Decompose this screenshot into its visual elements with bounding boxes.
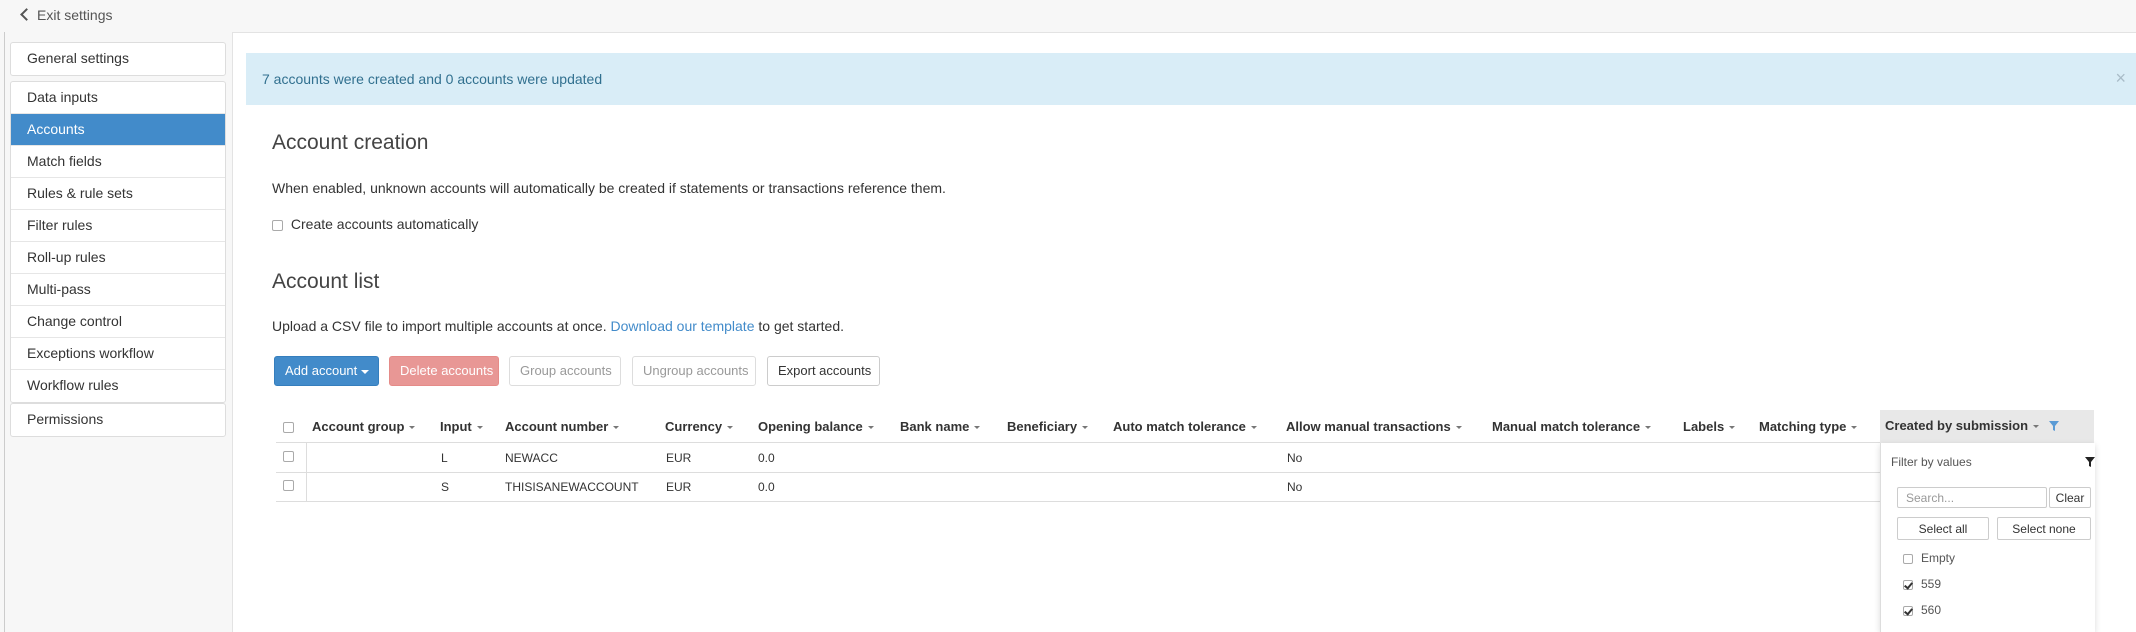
sidebar-item-exceptions-workflow[interactable]: Exceptions workflow [11, 338, 225, 370]
download-template-link[interactable]: Download our template [611, 318, 755, 334]
filter-option-checkbox[interactable] [1903, 553, 1913, 564]
sidebar-item-workflow-rules[interactable]: Workflow rules [11, 370, 225, 402]
add-account-button[interactable]: Add account [274, 356, 379, 386]
filter-option-560[interactable]: 560 [1903, 603, 1941, 617]
select-all-rows-checkbox[interactable] [283, 422, 294, 433]
column-header-auto-match-tolerance[interactable]: Auto match tolerance [1113, 419, 1257, 434]
sidebar-item-permissions[interactable]: Permissions [11, 404, 225, 436]
table-header-divider [276, 442, 1880, 443]
sidebar-group-main: Data inputs Accounts Match fields Rules … [10, 81, 226, 403]
create-accounts-label: Create accounts automatically [290, 216, 479, 232]
create-accounts-checkbox[interactable] [272, 219, 283, 231]
account-list-intro: Upload a CSV file to import multiple acc… [272, 318, 844, 334]
filter-search-input[interactable]: Search... [1897, 487, 2047, 508]
sidebar-group-general: General settings [10, 42, 226, 76]
sidebar-group-permissions: Permissions [10, 403, 226, 437]
table-column-divider [306, 442, 307, 501]
sidebar-item-multi-pass[interactable]: Multi-pass [11, 274, 225, 306]
select-all-button[interactable]: Select all [1897, 517, 1989, 540]
sidebar-item-change-control[interactable]: Change control [11, 306, 225, 338]
alert-message: 7 accounts were created and 0 accounts w… [262, 71, 603, 87]
account-creation-heading: Account creation [272, 131, 429, 154]
filter-option-checkbox[interactable] [1903, 579, 1913, 590]
exit-settings-link[interactable]: Exit settings [20, 7, 112, 23]
success-alert: 7 accounts were created and 0 accounts w… [246, 53, 2136, 105]
settings-sidebar: General settings Data inputs Accounts Ma… [0, 32, 233, 632]
filter-option-checkbox[interactable] [1903, 605, 1913, 616]
sidebar-item-general-settings[interactable]: General settings [11, 43, 225, 75]
column-header-manual-match-tolerance[interactable]: Manual match tolerance [1492, 419, 1652, 434]
sidebar-item-match-fields[interactable]: Match fields [11, 146, 225, 178]
column-header-opening-balance[interactable]: Opening balance [758, 419, 874, 434]
sidebar-item-roll-up-rules[interactable]: Roll-up rules [11, 242, 225, 274]
delete-accounts-button[interactable]: Delete accounts [389, 356, 499, 386]
sidebar-item-accounts[interactable]: Accounts [11, 114, 225, 146]
column-header-beneficiary[interactable]: Beneficiary [1007, 419, 1089, 434]
filter-panel-title: Filter by values [1891, 455, 1972, 469]
filter-funnel-icon[interactable] [2049, 419, 2060, 434]
window-edge [4, 32, 5, 632]
column-header-matching-type[interactable]: Matching type [1759, 419, 1858, 434]
group-accounts-button[interactable]: Group accounts [509, 356, 621, 386]
top-bar: Exit settings [0, 0, 2136, 33]
export-accounts-button[interactable]: Export accounts [767, 356, 880, 386]
sidebar-item-filter-rules[interactable]: Filter rules [11, 210, 225, 242]
row-checkbox[interactable] [283, 480, 294, 491]
column-header-account-number[interactable]: Account number [505, 419, 620, 434]
column-header-labels[interactable]: Labels [1683, 419, 1736, 434]
create-accounts-automatically[interactable]: Create accounts automatically [272, 216, 478, 232]
select-none-button[interactable]: Select none [1997, 517, 2091, 540]
sidebar-item-rules[interactable]: Rules & rule sets [11, 178, 225, 210]
chevron-left-icon [20, 8, 33, 21]
column-header-allow-manual-transactions[interactable]: Allow manual transactions [1286, 419, 1462, 434]
column-header-currency[interactable]: Currency [665, 419, 734, 434]
filter-dropdown-panel: Filter by values Search... Clear Select … [1880, 443, 2095, 632]
column-header-created-by-submission[interactable]: Created by submission [1885, 418, 2060, 434]
sidebar-item-data-inputs[interactable]: Data inputs [11, 82, 225, 114]
filter-option-empty[interactable]: Empty [1903, 551, 1955, 565]
filter-funnel-icon[interactable] [2085, 455, 2095, 470]
caret-down-icon [361, 369, 370, 374]
table-row-divider [276, 501, 1880, 502]
filter-option-559[interactable]: 559 [1903, 577, 1941, 591]
table-row-divider [276, 472, 1880, 473]
ungroup-accounts-button[interactable]: Ungroup accounts [632, 356, 756, 386]
column-header-input[interactable]: Input [440, 419, 483, 434]
account-creation-description: When enabled, unknown accounts will auto… [272, 180, 946, 196]
account-list-heading: Account list [272, 270, 380, 293]
row-checkbox[interactable] [283, 451, 294, 462]
filter-clear-button[interactable]: Clear [2049, 487, 2091, 508]
column-header-account-group[interactable]: Account group [312, 419, 416, 434]
column-header-bank-name[interactable]: Bank name [900, 419, 981, 434]
close-icon[interactable]: × [2115, 68, 2126, 89]
